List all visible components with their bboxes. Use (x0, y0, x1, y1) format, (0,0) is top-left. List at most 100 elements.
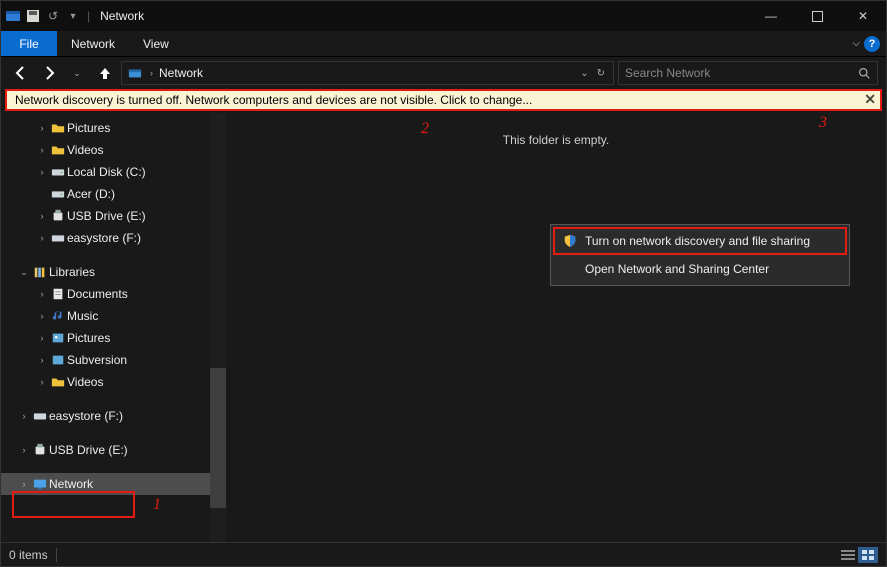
search-icon[interactable] (858, 67, 871, 80)
chevron-down-icon[interactable]: ⌄ (17, 267, 31, 278)
info-bar-close-icon[interactable]: ✕ (864, 91, 876, 108)
minimize-button[interactable]: — (748, 1, 794, 31)
tree-label: Libraries (49, 265, 95, 279)
annotation-3: 3 (819, 114, 827, 132)
tree-item-easystore-f[interactable]: › easystore (F:) (1, 227, 226, 249)
tree-label: Pictures (67, 331, 110, 345)
nav-row: ⌄ › Network ⌄ ↻ Search Network (1, 57, 886, 89)
chevron-right-icon[interactable]: › (35, 311, 49, 321)
qat-undo-icon[interactable]: ↺ (45, 8, 61, 24)
folder-icon (49, 143, 67, 157)
tab-network[interactable]: Network (57, 31, 129, 56)
search-placeholder: Search Network (625, 66, 858, 80)
tree-item-usb[interactable]: › USB Drive (E:) (1, 439, 226, 461)
tree-item-documents[interactable]: › Documents (1, 283, 226, 305)
forward-button[interactable] (37, 61, 61, 85)
qat-save-icon[interactable] (25, 8, 41, 24)
window-icon (5, 8, 21, 24)
window-title: Network (96, 9, 144, 23)
tree-item-usb-e[interactable]: › USB Drive (E:) (1, 205, 226, 227)
annotation-box-1 (12, 491, 135, 518)
tree-scrollbar[interactable] (210, 113, 226, 542)
disk-icon (49, 165, 67, 179)
recent-dropdown-icon[interactable]: ⌄ (65, 61, 89, 85)
annotation-2: 2 (421, 120, 429, 138)
file-tab[interactable]: File (1, 31, 57, 56)
info-bar-text: Network discovery is turned off. Network… (15, 93, 532, 107)
chevron-right-icon[interactable]: › (17, 479, 31, 489)
refresh-icon[interactable]: ↻ (597, 68, 605, 79)
tree-label: USB Drive (E:) (67, 209, 146, 223)
address-dropdown-icon[interactable]: ⌄ (580, 68, 588, 79)
shield-icon (563, 234, 577, 248)
close-button[interactable]: ✕ (840, 1, 886, 31)
tree-item-easystore[interactable]: › easystore (F:) (1, 405, 226, 427)
pictures-icon (49, 353, 67, 367)
tree-item-lib-pictures[interactable]: › Pictures (1, 327, 226, 349)
chevron-right-icon[interactable]: › (35, 377, 49, 387)
maximize-button[interactable] (794, 1, 840, 31)
folder-icon (49, 375, 67, 389)
tree-label: Acer (D:) (67, 187, 115, 201)
tree-label: Local Disk (C:) (67, 165, 146, 179)
document-icon (49, 287, 67, 301)
status-bar: 0 items (1, 542, 886, 566)
tree-item-acer-d[interactable]: Acer (D:) (1, 183, 226, 205)
tree-item-pictures[interactable]: › Pictures (1, 117, 226, 139)
qat-dropdown-icon[interactable]: ▾ (65, 8, 81, 24)
chevron-right-icon[interactable]: › (35, 333, 49, 343)
tree-label: Videos (67, 143, 103, 157)
chevron-right-icon[interactable]: › (35, 355, 49, 365)
tree-item-local-disk-c[interactable]: › Local Disk (C:) (1, 161, 226, 183)
folder-icon (49, 121, 67, 135)
info-bar[interactable]: Network discovery is turned off. Network… (5, 89, 882, 111)
up-button[interactable] (93, 61, 117, 85)
chevron-right-icon[interactable]: › (35, 289, 49, 299)
tree-item-subversion[interactable]: › Subversion (1, 349, 226, 371)
usb-icon (49, 209, 67, 223)
chevron-right-icon[interactable]: › (35, 233, 49, 243)
address-bar[interactable]: › Network ⌄ ↻ (121, 61, 614, 85)
titlebar: ↺ ▾ | Network — ✕ (1, 1, 886, 31)
annotation-1: 1 (153, 496, 161, 514)
address-text: Network (159, 66, 203, 80)
tree-label: Videos (67, 375, 103, 389)
libraries-icon (31, 265, 49, 279)
scrollbar-thumb[interactable] (210, 368, 226, 508)
help-icon[interactable]: ? (864, 36, 880, 52)
network-icon (31, 477, 49, 491)
disk-icon (49, 231, 67, 245)
tree-label: USB Drive (E:) (49, 443, 128, 457)
disk-icon (49, 187, 67, 201)
view-details-icon[interactable] (838, 547, 858, 563)
view-large-icons-icon[interactable] (858, 547, 878, 563)
back-button[interactable] (9, 61, 33, 85)
context-menu: Turn on network discovery and file shari… (550, 224, 850, 286)
tree-label: Network (49, 477, 93, 491)
chevron-right-icon[interactable]: › (17, 411, 31, 421)
tree-label: Music (67, 309, 98, 323)
chevron-right-icon[interactable]: › (35, 167, 49, 177)
nav-tree: › Pictures › Videos › Local Disk (C:) Ac… (1, 113, 226, 542)
chevron-right-icon[interactable]: › (17, 445, 31, 455)
ctx-item-open-network-center[interactable]: Open Network and Sharing Center (553, 255, 847, 283)
tree-item-videos[interactable]: › Videos (1, 139, 226, 161)
chevron-right-icon[interactable]: › (35, 123, 49, 133)
tree-label: Subversion (67, 353, 127, 367)
address-icon (126, 66, 144, 80)
tree-item-lib-videos[interactable]: › Videos (1, 371, 226, 393)
usb-icon (31, 443, 49, 457)
status-items-count: 0 items (9, 548, 48, 562)
address-chevron-icon[interactable]: › (150, 68, 153, 78)
content-pane: This folder is empty. (226, 113, 886, 542)
tab-view[interactable]: View (129, 31, 183, 56)
tree-item-music[interactable]: › Music (1, 305, 226, 327)
chevron-right-icon[interactable]: › (35, 211, 49, 221)
ribbon-expand-icon[interactable]: ⌵ (852, 38, 860, 49)
tree-item-libraries[interactable]: ⌄ Libraries (1, 261, 226, 283)
search-input[interactable]: Search Network (618, 61, 878, 85)
chevron-right-icon[interactable]: › (35, 145, 49, 155)
ctx-item-label: Turn on network discovery and file shari… (585, 234, 810, 248)
ctx-item-turn-on-discovery[interactable]: Turn on network discovery and file shari… (553, 227, 847, 255)
music-icon (49, 309, 67, 323)
